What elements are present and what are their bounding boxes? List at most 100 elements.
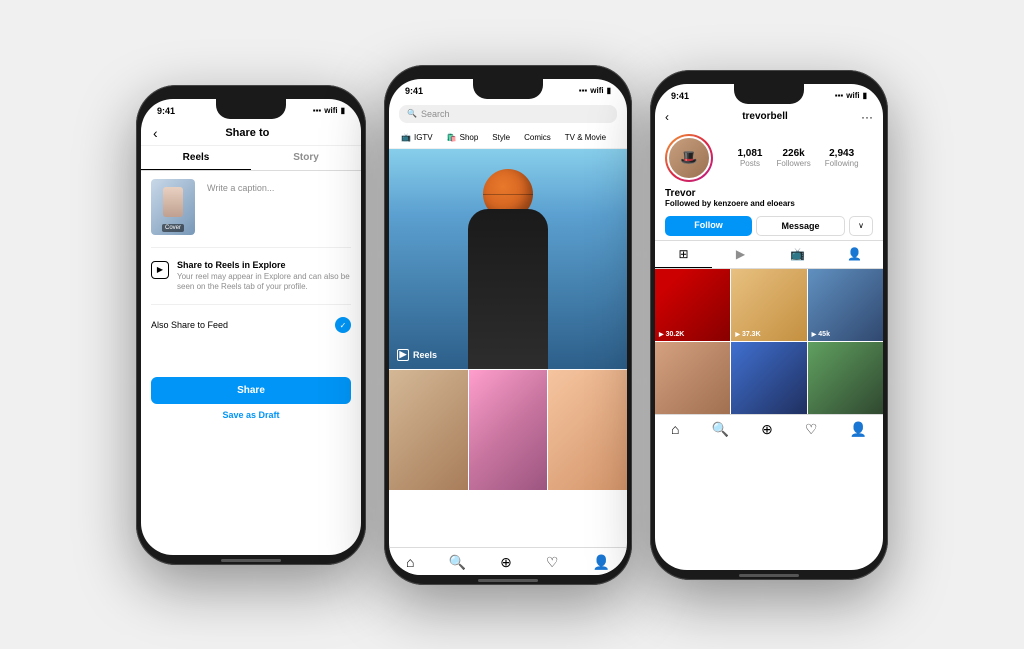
tab-story[interactable]: Story xyxy=(251,146,361,170)
posts-label: Posts xyxy=(737,159,762,168)
posts-stat: 1,081 Posts xyxy=(737,148,762,168)
tab-grid[interactable]: ⊞ xyxy=(655,241,712,268)
play-icon-2: ▶ xyxy=(735,331,740,338)
profile-tabs: ⊞ ▶ 📺 👤 xyxy=(655,240,883,269)
follow-button[interactable]: Follow xyxy=(665,216,752,236)
search-bar[interactable]: 🔍 Search xyxy=(399,105,617,123)
cat-igtv[interactable]: 📺 IGTV xyxy=(397,131,437,144)
battery-icon-3: ▮ xyxy=(863,91,867,100)
profile-username: trevorbell xyxy=(742,111,788,122)
also-share-row: Also Share to Feed ✓ xyxy=(151,311,351,339)
profile-back-btn[interactable]: ‹ xyxy=(665,110,669,124)
home-nav[interactable]: ⌂ xyxy=(406,554,414,570)
following-count: 2,943 xyxy=(825,148,859,159)
caption-input[interactable]: Write a caption... xyxy=(203,179,351,235)
video-thumbnail: Cover xyxy=(151,179,195,235)
home-indicator-2 xyxy=(478,579,538,582)
count-1: 30.2K xyxy=(666,331,685,338)
cat-comics[interactable]: Comics xyxy=(520,131,555,144)
count-3: 45k xyxy=(818,331,830,338)
share-button[interactable]: Share xyxy=(151,377,351,404)
profile-nav[interactable]: 👤 xyxy=(592,554,609,571)
small-cell-3 xyxy=(548,370,627,490)
view-count-3: ▶ 45k xyxy=(812,331,830,338)
divider-2 xyxy=(151,304,351,305)
bottom-nav-3: ⌂ 🔍 ⊕ ♡ 👤 xyxy=(655,414,883,442)
also-share-label: Also Share to Feed xyxy=(151,320,228,330)
following-stat: 2,943 Following xyxy=(825,148,859,168)
share-to-explore-option: ▶ Share to Reels in Explore Your reel ma… xyxy=(151,254,351,299)
message-button[interactable]: Message xyxy=(756,216,845,236)
status-icons-2: ▪▪▪ wifi ▮ xyxy=(579,86,611,95)
notch-1 xyxy=(216,99,286,119)
explore-option-title: Share to Reels in Explore xyxy=(177,260,351,270)
back-button-1[interactable]: ‹ xyxy=(153,125,158,141)
save-draft-button[interactable]: Save as Draft xyxy=(151,410,351,420)
dropdown-button[interactable]: ∨ xyxy=(849,216,873,236)
like-nav[interactable]: ♡ xyxy=(546,554,559,571)
posts-count: 1,081 xyxy=(737,148,762,159)
time-2: 9:41 xyxy=(405,86,423,96)
comics-label: Comics xyxy=(524,133,551,142)
profile-nav-3[interactable]: 👤 xyxy=(849,421,866,438)
divider-1 xyxy=(151,247,351,248)
person-silhouette xyxy=(468,209,548,369)
profile-info-row: 🎩 1,081 Posts 226k Followers 2,943 Follo… xyxy=(655,128,883,188)
following-label: Following xyxy=(825,159,859,168)
small-grid xyxy=(389,370,627,490)
tab-tagged[interactable]: 👤 xyxy=(826,241,883,268)
also-share-checkbox[interactable]: ✓ xyxy=(335,317,351,333)
tab-reels-profile[interactable]: ▶ xyxy=(712,241,769,268)
count-2: 37.3K xyxy=(742,331,761,338)
search-nav-3[interactable]: 🔍 xyxy=(712,421,729,438)
wifi-icon-3: wifi xyxy=(846,91,859,100)
tab-igtv-profile[interactable]: 📺 xyxy=(769,241,826,268)
phone-3-screen: 9:41 ▪▪▪ wifi ▮ ‹ trevorbell ··· 🎩 xyxy=(655,84,883,570)
cover-label: Cover xyxy=(162,224,184,232)
search-icon: 🔍 xyxy=(407,109,417,118)
profile-header: ‹ trevorbell ··· xyxy=(655,106,883,128)
thumb-figure xyxy=(163,187,183,217)
explore-option-text: Share to Reels in Explore Your reel may … xyxy=(177,260,351,293)
small-cell-2 xyxy=(469,370,548,490)
notch-3 xyxy=(734,84,804,104)
grid-cell-spiderman: ▶ 30.2K xyxy=(655,269,730,341)
reels-icon-small: ▶ xyxy=(397,349,409,361)
add-nav-3[interactable]: ⊕ xyxy=(761,421,773,438)
shop-icon: 🛍️ xyxy=(447,133,457,142)
profile-followed-by: Followed by kenzoere and eloears xyxy=(665,199,873,208)
cat-shop[interactable]: 🛍️ Shop xyxy=(443,131,483,144)
home-indicator-3 xyxy=(739,574,799,577)
category-tabs: 📺 IGTV 🛍️ Shop Style Comics TV & Movie xyxy=(389,127,627,149)
grid-cell-dance: ▶ 37.3K xyxy=(731,269,806,341)
search-placeholder: Search xyxy=(421,109,450,119)
followers-stat: 226k Followers xyxy=(777,148,811,168)
status-icons-3: ▪▪▪ wifi ▮ xyxy=(835,91,867,100)
profile-name: Trevor xyxy=(665,188,873,199)
profile-grid: ▶ 30.2K ▶ 37.3K ▶ 45k xyxy=(655,269,883,414)
grid-cell-suitcase xyxy=(808,342,883,414)
share-header: ‹ Share to xyxy=(141,121,361,146)
girl-image xyxy=(548,370,627,490)
cat-style[interactable]: Style xyxy=(488,131,514,144)
reels-text: Reels xyxy=(413,350,437,360)
main-explore-image: ▶ Reels xyxy=(389,149,627,369)
battery-icon-2: ▮ xyxy=(607,86,611,95)
style-label: Style xyxy=(492,133,510,142)
tab-reels[interactable]: Reels xyxy=(141,146,251,170)
like-nav-3[interactable]: ♡ xyxy=(805,421,818,438)
notch-2 xyxy=(473,79,543,99)
followers-label: Followers xyxy=(777,159,811,168)
time-3: 9:41 xyxy=(671,91,689,101)
home-nav-3[interactable]: ⌂ xyxy=(671,421,679,437)
igtv-icon: 📺 xyxy=(401,133,411,142)
grid-cell-guy xyxy=(655,342,730,414)
profile-more-btn[interactable]: ··· xyxy=(861,110,873,124)
search-nav[interactable]: 🔍 xyxy=(449,554,466,571)
add-nav[interactable]: ⊕ xyxy=(500,554,512,571)
signal-icon-2: ▪▪▪ xyxy=(579,86,588,95)
basketball-bg xyxy=(389,149,627,369)
cat-tv[interactable]: TV & Movie xyxy=(561,131,610,144)
followers-count: 226k xyxy=(777,148,811,159)
bottom-nav-2: ⌂ 🔍 ⊕ ♡ 👤 xyxy=(389,547,627,575)
